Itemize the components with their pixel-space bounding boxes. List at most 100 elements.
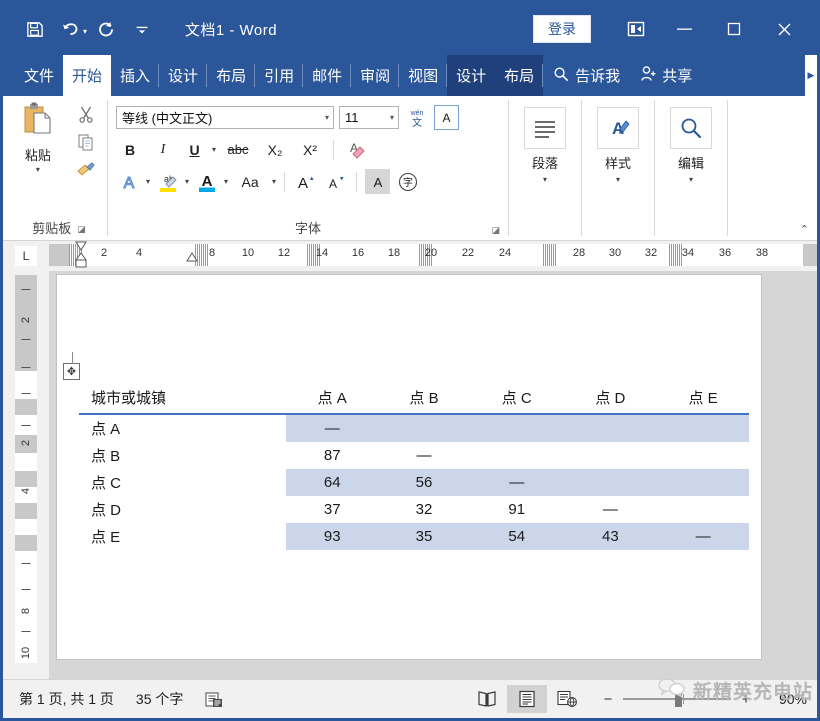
- zoom-slider[interactable]: [623, 691, 731, 707]
- cell[interactable]: [657, 442, 749, 469]
- font-size-combo[interactable]: 11 ▾: [339, 106, 399, 129]
- tab-references[interactable]: 引用: [255, 55, 303, 96]
- paragraph-button[interactable]: 段落 ▾: [509, 96, 581, 184]
- font-color-icon[interactable]: A: [194, 169, 219, 194]
- chevron-down-icon[interactable]: ▾: [318, 113, 329, 122]
- cell[interactable]: 91: [470, 496, 564, 523]
- text-highlight-icon[interactable]: ab: [155, 169, 180, 194]
- cell[interactable]: 54: [470, 523, 564, 550]
- cell[interactable]: [657, 414, 749, 442]
- highlight-dropdown-icon[interactable]: ▾: [185, 177, 189, 186]
- format-painter-icon[interactable]: [76, 161, 96, 184]
- save-icon[interactable]: [17, 12, 51, 46]
- grow-font-icon[interactable]: A: [293, 169, 318, 194]
- phonetic-guide-icon[interactable]: wén文: [404, 105, 429, 130]
- tab-layout[interactable]: 布局: [207, 55, 255, 96]
- tab-overflow-arrow[interactable]: ▶: [805, 55, 817, 96]
- table-row[interactable]: 点 E 93 35 54 43 —: [79, 523, 749, 550]
- zoom-percent[interactable]: 90%: [767, 691, 807, 707]
- tab-design[interactable]: 设计: [159, 55, 207, 96]
- underline-button[interactable]: U: [182, 137, 207, 162]
- underline-dropdown-icon[interactable]: ▾: [212, 145, 216, 154]
- tab-table-design[interactable]: 设计: [447, 55, 495, 96]
- undo-icon[interactable]: [53, 12, 87, 46]
- cell[interactable]: [564, 414, 658, 442]
- clear-formatting-icon[interactable]: A: [342, 137, 367, 162]
- ribbon-display-options-icon[interactable]: [613, 12, 659, 46]
- cell[interactable]: —: [286, 414, 378, 442]
- editing-dropdown-icon[interactable]: ▾: [689, 175, 693, 184]
- customize-qat-icon[interactable]: [125, 12, 159, 46]
- bold-button[interactable]: B: [116, 137, 144, 162]
- zoom-slider-thumb[interactable]: [675, 691, 682, 707]
- page-indicator[interactable]: 第 1 页, 共 1 页: [19, 689, 114, 709]
- cell[interactable]: —: [657, 523, 749, 550]
- maximize-icon[interactable]: [709, 12, 759, 46]
- font-name-combo[interactable]: 等线 (中文正文) ▾: [116, 106, 334, 129]
- tab-mailings[interactable]: 邮件: [303, 55, 351, 96]
- tab-review[interactable]: 审阅: [351, 55, 399, 96]
- distance-matrix-table[interactable]: 城市或城镇 点 A 点 B 点 C 点 D 点 E 点 A —: [79, 385, 749, 550]
- cell[interactable]: [564, 442, 658, 469]
- cell[interactable]: 87: [286, 442, 378, 469]
- undo-dropdown-icon[interactable]: ▾: [83, 22, 87, 36]
- cell[interactable]: [470, 414, 564, 442]
- table-row[interactable]: 点 B 87 —: [79, 442, 749, 469]
- cell[interactable]: [470, 442, 564, 469]
- document-page[interactable]: ✥ 城市或城镇 点 A 点 B 点 C 点 D 点 E 点 A —: [57, 275, 761, 659]
- character-border-icon[interactable]: A: [434, 105, 459, 130]
- paragraph-dropdown-icon[interactable]: ▾: [543, 175, 547, 184]
- copy-icon[interactable]: [77, 133, 95, 156]
- cell[interactable]: 56: [378, 469, 470, 496]
- text-effects-icon[interactable]: A: [116, 169, 141, 194]
- superscript-button[interactable]: X²: [295, 137, 325, 162]
- font-dialog-launcher-icon[interactable]: ◪: [491, 225, 500, 236]
- change-case-dropdown-icon[interactable]: ▾: [272, 177, 276, 186]
- tab-insert[interactable]: 插入: [111, 55, 159, 96]
- strikethrough-button[interactable]: abc: [221, 137, 255, 162]
- zoom-out-button[interactable]: −: [601, 691, 615, 708]
- tab-file[interactable]: 文件: [15, 55, 63, 96]
- font-color-dropdown-icon[interactable]: ▾: [224, 177, 228, 186]
- zoom-in-button[interactable]: +: [739, 691, 753, 708]
- word-count[interactable]: 35 个字: [136, 689, 183, 709]
- subscript-button[interactable]: X₂: [260, 137, 290, 162]
- tab-selector-button[interactable]: L: [3, 241, 49, 271]
- vertical-ruler[interactable]: 2 2 4 8 10: [3, 271, 49, 679]
- first-line-indent-marker[interactable]: [73, 241, 89, 269]
- cell[interactable]: 64: [286, 469, 378, 496]
- table-move-handle[interactable]: ✥: [63, 363, 80, 380]
- minimize-icon[interactable]: [659, 12, 709, 46]
- table-row[interactable]: 点 A —: [79, 414, 749, 442]
- cell[interactable]: 32: [378, 496, 470, 523]
- table-row[interactable]: 点 D 37 32 91 —: [79, 496, 749, 523]
- shrink-font-icon[interactable]: A: [323, 169, 348, 194]
- change-case-button[interactable]: Aa: [233, 169, 267, 194]
- cell[interactable]: [564, 469, 658, 496]
- cell[interactable]: —: [378, 442, 470, 469]
- styles-button[interactable]: A 样式 ▾: [582, 96, 654, 184]
- tab-table-layout[interactable]: 布局: [495, 55, 543, 96]
- cell[interactable]: 93: [286, 523, 378, 550]
- print-layout-icon[interactable]: [507, 685, 547, 713]
- tab-home[interactable]: 开始: [63, 55, 111, 96]
- styles-dropdown-icon[interactable]: ▾: [616, 175, 620, 184]
- character-shading-icon[interactable]: A: [365, 169, 390, 194]
- cut-icon[interactable]: [77, 105, 95, 128]
- enclose-characters-icon[interactable]: 字: [395, 169, 420, 194]
- text-effects-dropdown-icon[interactable]: ▾: [146, 177, 150, 186]
- paste-dropdown-icon[interactable]: ▾: [36, 165, 40, 174]
- sign-in-button[interactable]: 登录: [533, 15, 591, 43]
- clipboard-dialog-launcher-icon[interactable]: ◪: [77, 218, 86, 240]
- cell[interactable]: [657, 496, 749, 523]
- collapse-ribbon-icon[interactable]: ⌃: [800, 223, 809, 236]
- proofing-icon[interactable]: [205, 691, 224, 708]
- tab-view[interactable]: 视图: [399, 55, 447, 96]
- cell[interactable]: [657, 469, 749, 496]
- read-mode-icon[interactable]: [467, 685, 507, 713]
- paste-button[interactable]: 粘贴 ▾: [11, 96, 65, 174]
- redo-icon[interactable]: [89, 12, 123, 46]
- cell[interactable]: 43: [564, 523, 658, 550]
- horizontal-ruler-track[interactable]: 2 4 8 10 12 14 16 18 20 22 24 28 30 32 3…: [49, 244, 817, 266]
- cell[interactable]: [378, 414, 470, 442]
